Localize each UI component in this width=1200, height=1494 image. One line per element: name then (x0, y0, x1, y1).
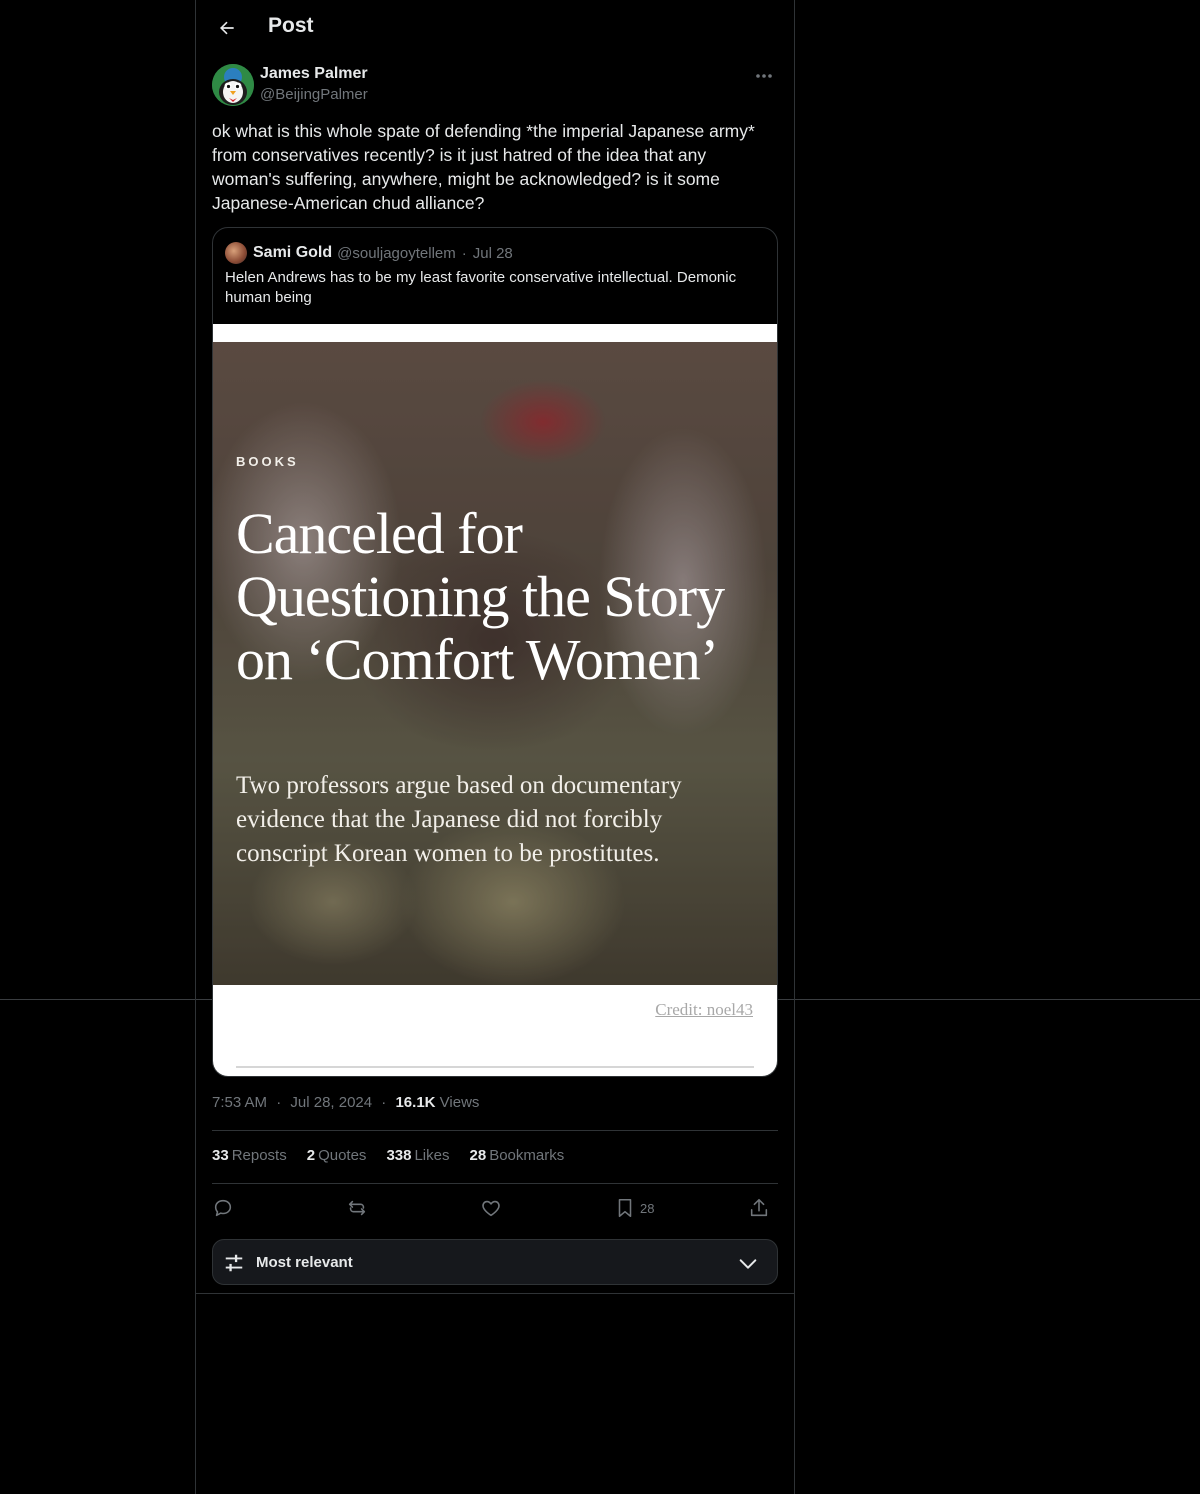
page-header: Post (196, 0, 794, 54)
like-button[interactable] (480, 1193, 502, 1223)
divider (212, 1183, 778, 1184)
repost-icon (348, 1200, 366, 1216)
stat-bookmarks[interactable]: 28 Bookmarks (470, 1147, 565, 1164)
quoted-author-handle: @souljagoytellem (337, 244, 456, 262)
author-name[interactable]: James Palmer (260, 65, 368, 83)
quoted-post[interactable]: Sami Gold @souljagoytellem · Jul 28 Hele… (212, 227, 778, 1077)
author-handle[interactable]: @BeijingPalmer (260, 86, 368, 103)
post-text: ok what is this whole spate of defending… (212, 121, 755, 213)
separator-dot: · (381, 1094, 387, 1111)
reply-button[interactable] (212, 1193, 234, 1223)
image-credit: Credit: noel43 (655, 1000, 753, 1019)
divider (212, 1130, 778, 1131)
arrow-left-icon (220, 21, 234, 35)
quoted-post-header: Sami Gold @souljagoytellem · Jul 28 (225, 241, 513, 265)
post-time[interactable]: 7:53 AM (212, 1094, 267, 1111)
action-bar: 28 (212, 1193, 778, 1223)
quoted-author-name: Sami Gold (253, 244, 333, 261)
article-kicker: BOOKS (236, 454, 299, 469)
stat-reposts[interactable]: 33 Reposts (212, 1147, 287, 1164)
article-image: BOOKS Canceled for Questioning the Story… (213, 342, 777, 985)
chevron-down-icon (739, 1259, 757, 1269)
stat-label: Reposts (231, 1147, 287, 1164)
bookmark-button[interactable]: 28 (614, 1193, 654, 1223)
post-stats: 33 Reposts 2 Quotes 338 Likes 28 Bookmarks (212, 1147, 564, 1164)
stat-label: Likes (414, 1147, 450, 1164)
stat-count: 2 (306, 1147, 316, 1164)
sort-label: Most relevant (256, 1254, 353, 1271)
stat-count: 33 (212, 1147, 229, 1164)
quoted-date: Jul 28 (472, 244, 513, 262)
stat-count: 28 (469, 1147, 487, 1164)
post-date[interactable]: Jul 28, 2024 (290, 1094, 372, 1111)
divider (196, 1293, 794, 1294)
post-meta: 7:53 AM · Jul 28, 2024 · 16.1K Views (212, 1094, 479, 1111)
stat-count: 338 (386, 1147, 412, 1164)
bookmark-icon (618, 1198, 632, 1218)
share-button[interactable] (748, 1193, 770, 1223)
quoted-media[interactable]: BOOKS Canceled for Questioning the Story… (213, 324, 777, 1076)
separator-dot: · (276, 1094, 282, 1111)
stat-label: Quotes (318, 1147, 367, 1164)
article-title: Canceled for Questioning the Story on ‘C… (236, 501, 725, 692)
more-options-button[interactable] (750, 66, 778, 86)
more-horizontal-icon (756, 74, 772, 78)
stat-label: Bookmarks (489, 1147, 565, 1164)
share-icon (750, 1198, 768, 1217)
views-label: Views (439, 1094, 480, 1111)
stat-likes[interactable]: 338 Likes (386, 1147, 449, 1164)
page-title: Post (268, 14, 314, 37)
stat-quotes[interactable]: 2 Quotes (307, 1147, 367, 1164)
bookmark-count: 28 (640, 1200, 655, 1216)
avatar[interactable] (212, 64, 254, 106)
media-divider (236, 1066, 754, 1068)
main-column: Post James Palmer @BeijingPalmer ok what… (195, 0, 795, 1494)
penguin-avatar-icon (212, 64, 254, 106)
reply-icon (214, 1199, 232, 1217)
quoted-avatar (225, 242, 247, 264)
quoted-text: Helen Andrews has to be my least favorit… (225, 269, 737, 306)
post-author: James Palmer @BeijingPalmer (212, 64, 778, 108)
views-count: 16.1K (395, 1094, 436, 1111)
separator-dot: · (461, 244, 467, 262)
sliders-icon (225, 1254, 243, 1272)
repost-button[interactable] (346, 1193, 368, 1223)
back-button[interactable] (210, 11, 244, 45)
article-subtitle: Two professors argue based on documentar… (236, 772, 682, 867)
sort-replies-dropdown[interactable]: Most relevant (212, 1239, 778, 1285)
heart-icon (482, 1200, 500, 1217)
